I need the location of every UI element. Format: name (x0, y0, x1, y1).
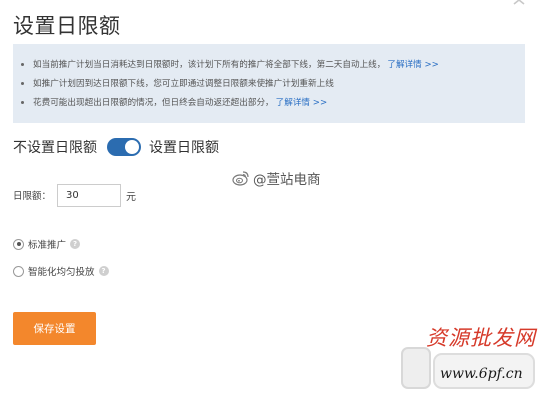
info-text: 如推广计划因到达日限额下线，您可立即通过调整日限额来使推广计划重新上线 (33, 79, 334, 89)
help-icon[interactable]: ? (70, 239, 81, 249)
radio-button[interactable] (13, 238, 24, 250)
info-text: 如当前推广计划当日消耗达到日限额时，该计划下所有的推广将全部下线，第二天自动上线… (33, 60, 386, 70)
radio-smart-even-delivery[interactable]: 智能化均匀投放 ? (13, 264, 109, 278)
help-icon[interactable]: ? (98, 266, 109, 276)
daily-limit-switch[interactable] (107, 138, 141, 156)
dialog-title: 设置日限额 (13, 14, 121, 38)
set-daily-limit-dialog: 设置日限额 如当前推广计划当日消耗达到日限额时，该计划下所有的推广将全部下线，第… (0, 0, 548, 400)
bullet-icon (21, 81, 24, 85)
corner-watermark: 资源批发网 www.6pf.cn (400, 322, 548, 400)
daily-limit-row: 日限额： 元 (13, 183, 136, 207)
switch-knob (125, 140, 139, 154)
bullet-icon (21, 100, 24, 104)
info-line: 花费可能出现超出日限额的情况，但日终会自动返还超出部分， 了解详情 >> (21, 95, 327, 109)
daily-limit-label: 日限额： (13, 191, 52, 202)
currency-unit: 元 (126, 191, 137, 203)
radio-button[interactable] (13, 265, 24, 277)
radio-label: 智能化均匀投放 (28, 267, 95, 278)
bullet-icon (21, 62, 24, 66)
info-notice-box: 如当前推广计划当日消耗达到日限额时，该计划下所有的推广将全部下线，第二天自动上线… (13, 44, 525, 123)
close-icon (513, 0, 525, 5)
watermark-url: www.6pf.cn (440, 366, 523, 382)
info-line: 如当前推广计划当日消耗达到日限额时，该计划下所有的推广将全部下线，第二天自动上线… (21, 57, 439, 71)
learn-more-link[interactable]: 了解详情 >> (276, 96, 328, 108)
daily-limit-input[interactable] (57, 183, 122, 207)
radio-label: 标准推广 (28, 240, 67, 251)
weibo-handle: @萱站电商 (253, 172, 321, 188)
weibo-logo-icon (232, 171, 249, 186)
info-text: 花费可能出现超出日限额的情况，但日终会自动返还超出部分， (33, 98, 274, 108)
watermark-site-name: 资源批发网 (426, 326, 536, 350)
close-button[interactable] (508, 0, 530, 12)
weibo-watermark: @萱站电商 (232, 162, 321, 194)
learn-more-link[interactable]: 了解详情 >> (387, 58, 439, 70)
save-settings-button[interactable]: 保存设置 (13, 312, 96, 345)
toggle-off-label[interactable]: 不设置日限额 (13, 137, 97, 157)
daily-limit-toggle-row: 不设置日限额 设置日限额 (13, 137, 219, 157)
toggle-on-label[interactable]: 设置日限额 (149, 137, 219, 157)
info-line: 如推广计划因到达日限额下线，您可立即通过调整日限额来使推广计划重新上线 (21, 76, 334, 90)
radio-standard-delivery[interactable]: 标准推广 ? (13, 237, 81, 251)
